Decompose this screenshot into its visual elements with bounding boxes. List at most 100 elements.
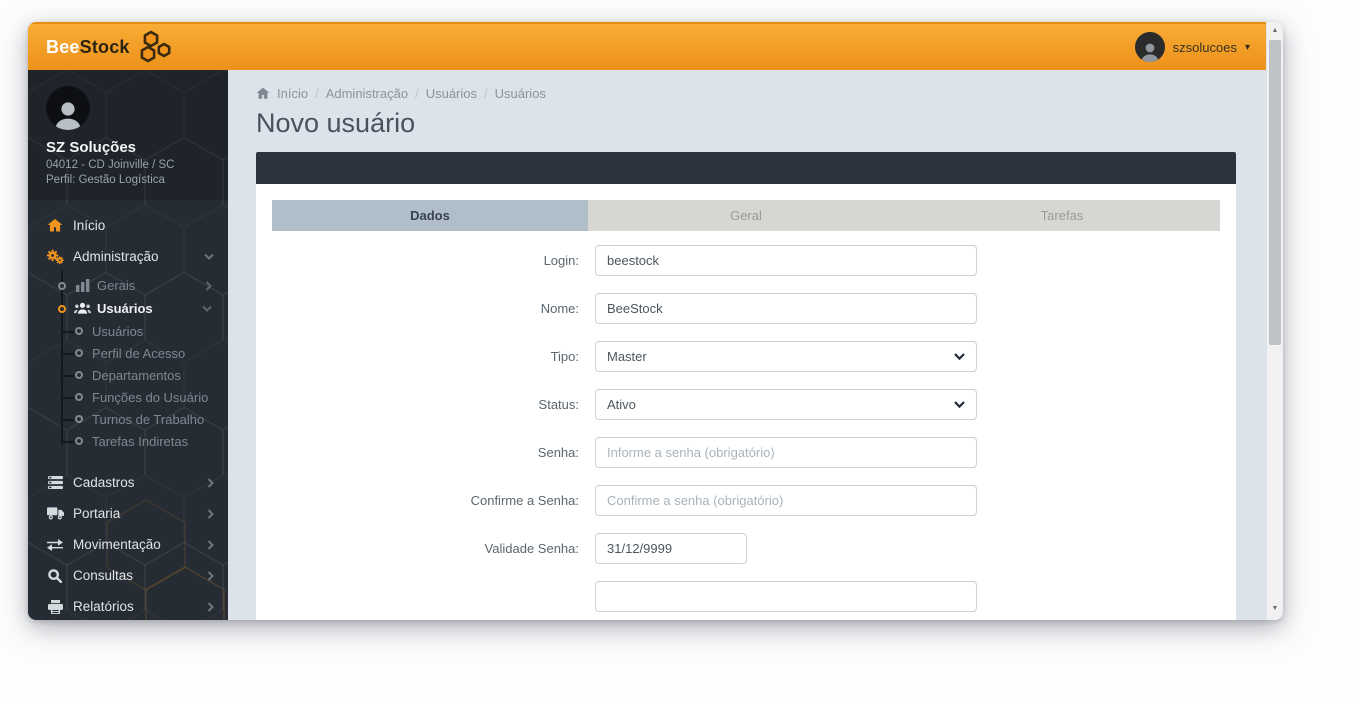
status-select-value: Ativo	[607, 397, 636, 412]
sidebar-item-label: Departamentos	[92, 367, 181, 383]
form-row-status: Status: Ativo	[272, 389, 1220, 420]
chevron-right-icon	[205, 280, 212, 291]
sidebar-menu: Início Administração Gerais Usuários Usu…	[28, 200, 228, 620]
sidebar-item-turnos-de-trabalho[interactable]: Turnos de Trabalho	[28, 408, 228, 430]
sidebar-item-label: Cadastros	[73, 475, 135, 490]
sidebar-item-usuarios[interactable]: Usuários	[28, 320, 228, 342]
sidebar-item-inicio[interactable]: Início	[28, 210, 228, 241]
profile-avatar	[46, 86, 90, 130]
breadcrumb-inicio[interactable]: Início	[277, 86, 308, 101]
sidebar-item-label: Gerais	[97, 278, 136, 293]
logo-stock: Stock	[79, 36, 130, 57]
page-title: Novo usuário	[256, 108, 416, 138]
status-label: Status:	[538, 397, 579, 412]
honeycomb-icon	[136, 30, 174, 64]
form-row-tipo: Tipo: Master	[272, 341, 1220, 372]
app-window: BeeStock szsolucoes ▾ SZ Soluções 04012 …	[28, 22, 1283, 620]
caret-down-icon: ▾	[1244, 41, 1250, 53]
top-bar: BeeStock szsolucoes ▾	[28, 22, 1266, 70]
sidebar-item-movimentacao[interactable]: Movimentação	[28, 529, 228, 560]
search-icon	[46, 568, 64, 583]
tab-dados[interactable]: Dados	[272, 200, 588, 231]
panel-header-bar	[256, 152, 1236, 184]
form-row-login: Login:	[272, 245, 1220, 276]
tree-bullet	[75, 327, 83, 335]
tree-bullet	[75, 349, 83, 357]
nome-input[interactable]	[595, 293, 977, 324]
senha-label: Senha:	[537, 445, 579, 460]
user-avatar	[1134, 32, 1165, 62]
user-form: Login: Nome: Tipo: Master	[272, 245, 1220, 612]
profile-role: Perfil: Gestão Logística	[46, 174, 165, 186]
breadcrumb-separator: /	[484, 86, 488, 101]
user-menu[interactable]: szsolucoes ▾	[1134, 32, 1250, 62]
logo-bee: Bee	[46, 36, 80, 57]
form-row-validade-senha: Validade Senha:	[272, 533, 1220, 564]
profile-site: 04012 - CD Joinville / SC	[46, 159, 175, 171]
panel-body: Dados Geral Tarefas Login: Nome:	[256, 184, 1236, 620]
profile-name: SZ Soluções	[46, 139, 137, 156]
sidebar-item-departamentos[interactable]: Departamentos	[28, 364, 228, 386]
sidebar-item-gerais[interactable]: Gerais	[28, 274, 228, 297]
validade-senha-input[interactable]	[595, 533, 747, 564]
confirme-senha-input[interactable]	[595, 485, 977, 516]
beestock-logo[interactable]: BeeStock	[46, 30, 174, 64]
tipo-label: Tipo:	[550, 349, 579, 364]
login-input[interactable]	[595, 245, 977, 276]
scroll-down-arrow[interactable]: ▼	[1267, 602, 1283, 616]
breadcrumb-administracao[interactable]: Administração	[326, 86, 408, 101]
tree-tick	[62, 331, 74, 333]
status-select[interactable]: Ativo	[595, 389, 977, 420]
tab-tarefas[interactable]: Tarefas	[904, 200, 1220, 231]
chevron-down-icon	[204, 253, 214, 260]
tree-bullet	[75, 437, 83, 445]
exchange-arrows-icon	[46, 538, 64, 551]
breadcrumb-separator: /	[415, 86, 419, 101]
sidebar-item-label: Usuários	[92, 323, 144, 339]
chevron-down-icon	[202, 305, 212, 312]
scrollbar-thumb[interactable]	[1269, 40, 1281, 345]
sidebar-item-cadastros[interactable]: Cadastros	[28, 467, 228, 498]
chevron-right-icon	[207, 570, 214, 581]
scroll-up-arrow[interactable]: ▲	[1267, 24, 1283, 38]
sidebar-item-usuarios-group[interactable]: Usuários	[28, 297, 228, 320]
form-row-nome: Nome:	[272, 293, 1220, 324]
validade-senha-label: Validade Senha:	[484, 541, 579, 556]
users-icon	[74, 302, 91, 315]
chevron-right-icon	[207, 508, 214, 519]
sidebar-item-label: Usuários	[97, 301, 153, 316]
tab-geral[interactable]: Geral	[588, 200, 904, 231]
sidebar-item-funcoes-do-usuario[interactable]: Funções do Usuário	[28, 386, 228, 408]
sidebar-item-label: Relatórios	[73, 599, 134, 614]
form-row-senha: Senha:	[272, 437, 1220, 468]
breadcrumb-usuarios-current: Usuários	[494, 86, 546, 101]
vertical-scrollbar[interactable]: ▲ ▼	[1266, 22, 1283, 620]
sidebar-item-tarefas-indiretas[interactable]: Tarefas Indiretas	[28, 430, 228, 452]
tree-tick	[62, 397, 74, 399]
form-row-confirme-senha: Confirme a Senha:	[272, 485, 1220, 516]
tree-tick	[62, 375, 74, 377]
tree-bullet	[75, 415, 83, 423]
confirme-senha-label: Confirme a Senha:	[470, 493, 579, 508]
gears-icon	[46, 249, 64, 265]
partial-input[interactable]	[595, 581, 977, 612]
sidebar-item-administracao[interactable]: Administração	[28, 241, 228, 272]
tree-bullet	[75, 393, 83, 401]
tree-bullet	[75, 371, 83, 379]
tipo-select[interactable]: Master	[595, 341, 977, 372]
sidebar-item-label: Administração	[73, 249, 159, 264]
sidebar-item-portaria[interactable]: Portaria	[28, 498, 228, 529]
sidebar-item-label: Tarefas Indiretas	[92, 433, 189, 449]
sidebar-item-label: Movimentação	[73, 537, 161, 552]
sidebar-item-consultas[interactable]: Consultas	[28, 560, 228, 591]
table-list-icon	[46, 476, 64, 489]
chevron-down-icon	[954, 353, 965, 360]
tree-tick	[62, 441, 74, 443]
sidebar-item-relatorios[interactable]: Relatórios	[28, 591, 228, 620]
senha-input[interactable]	[595, 437, 977, 468]
nome-label: Nome:	[540, 301, 579, 316]
breadcrumb-usuarios[interactable]: Usuários	[426, 86, 477, 101]
chart-bars-icon	[74, 279, 91, 292]
form-row-partial	[272, 581, 1220, 612]
sidebar-item-perfil-de-acesso[interactable]: Perfil de Acesso	[28, 342, 228, 364]
